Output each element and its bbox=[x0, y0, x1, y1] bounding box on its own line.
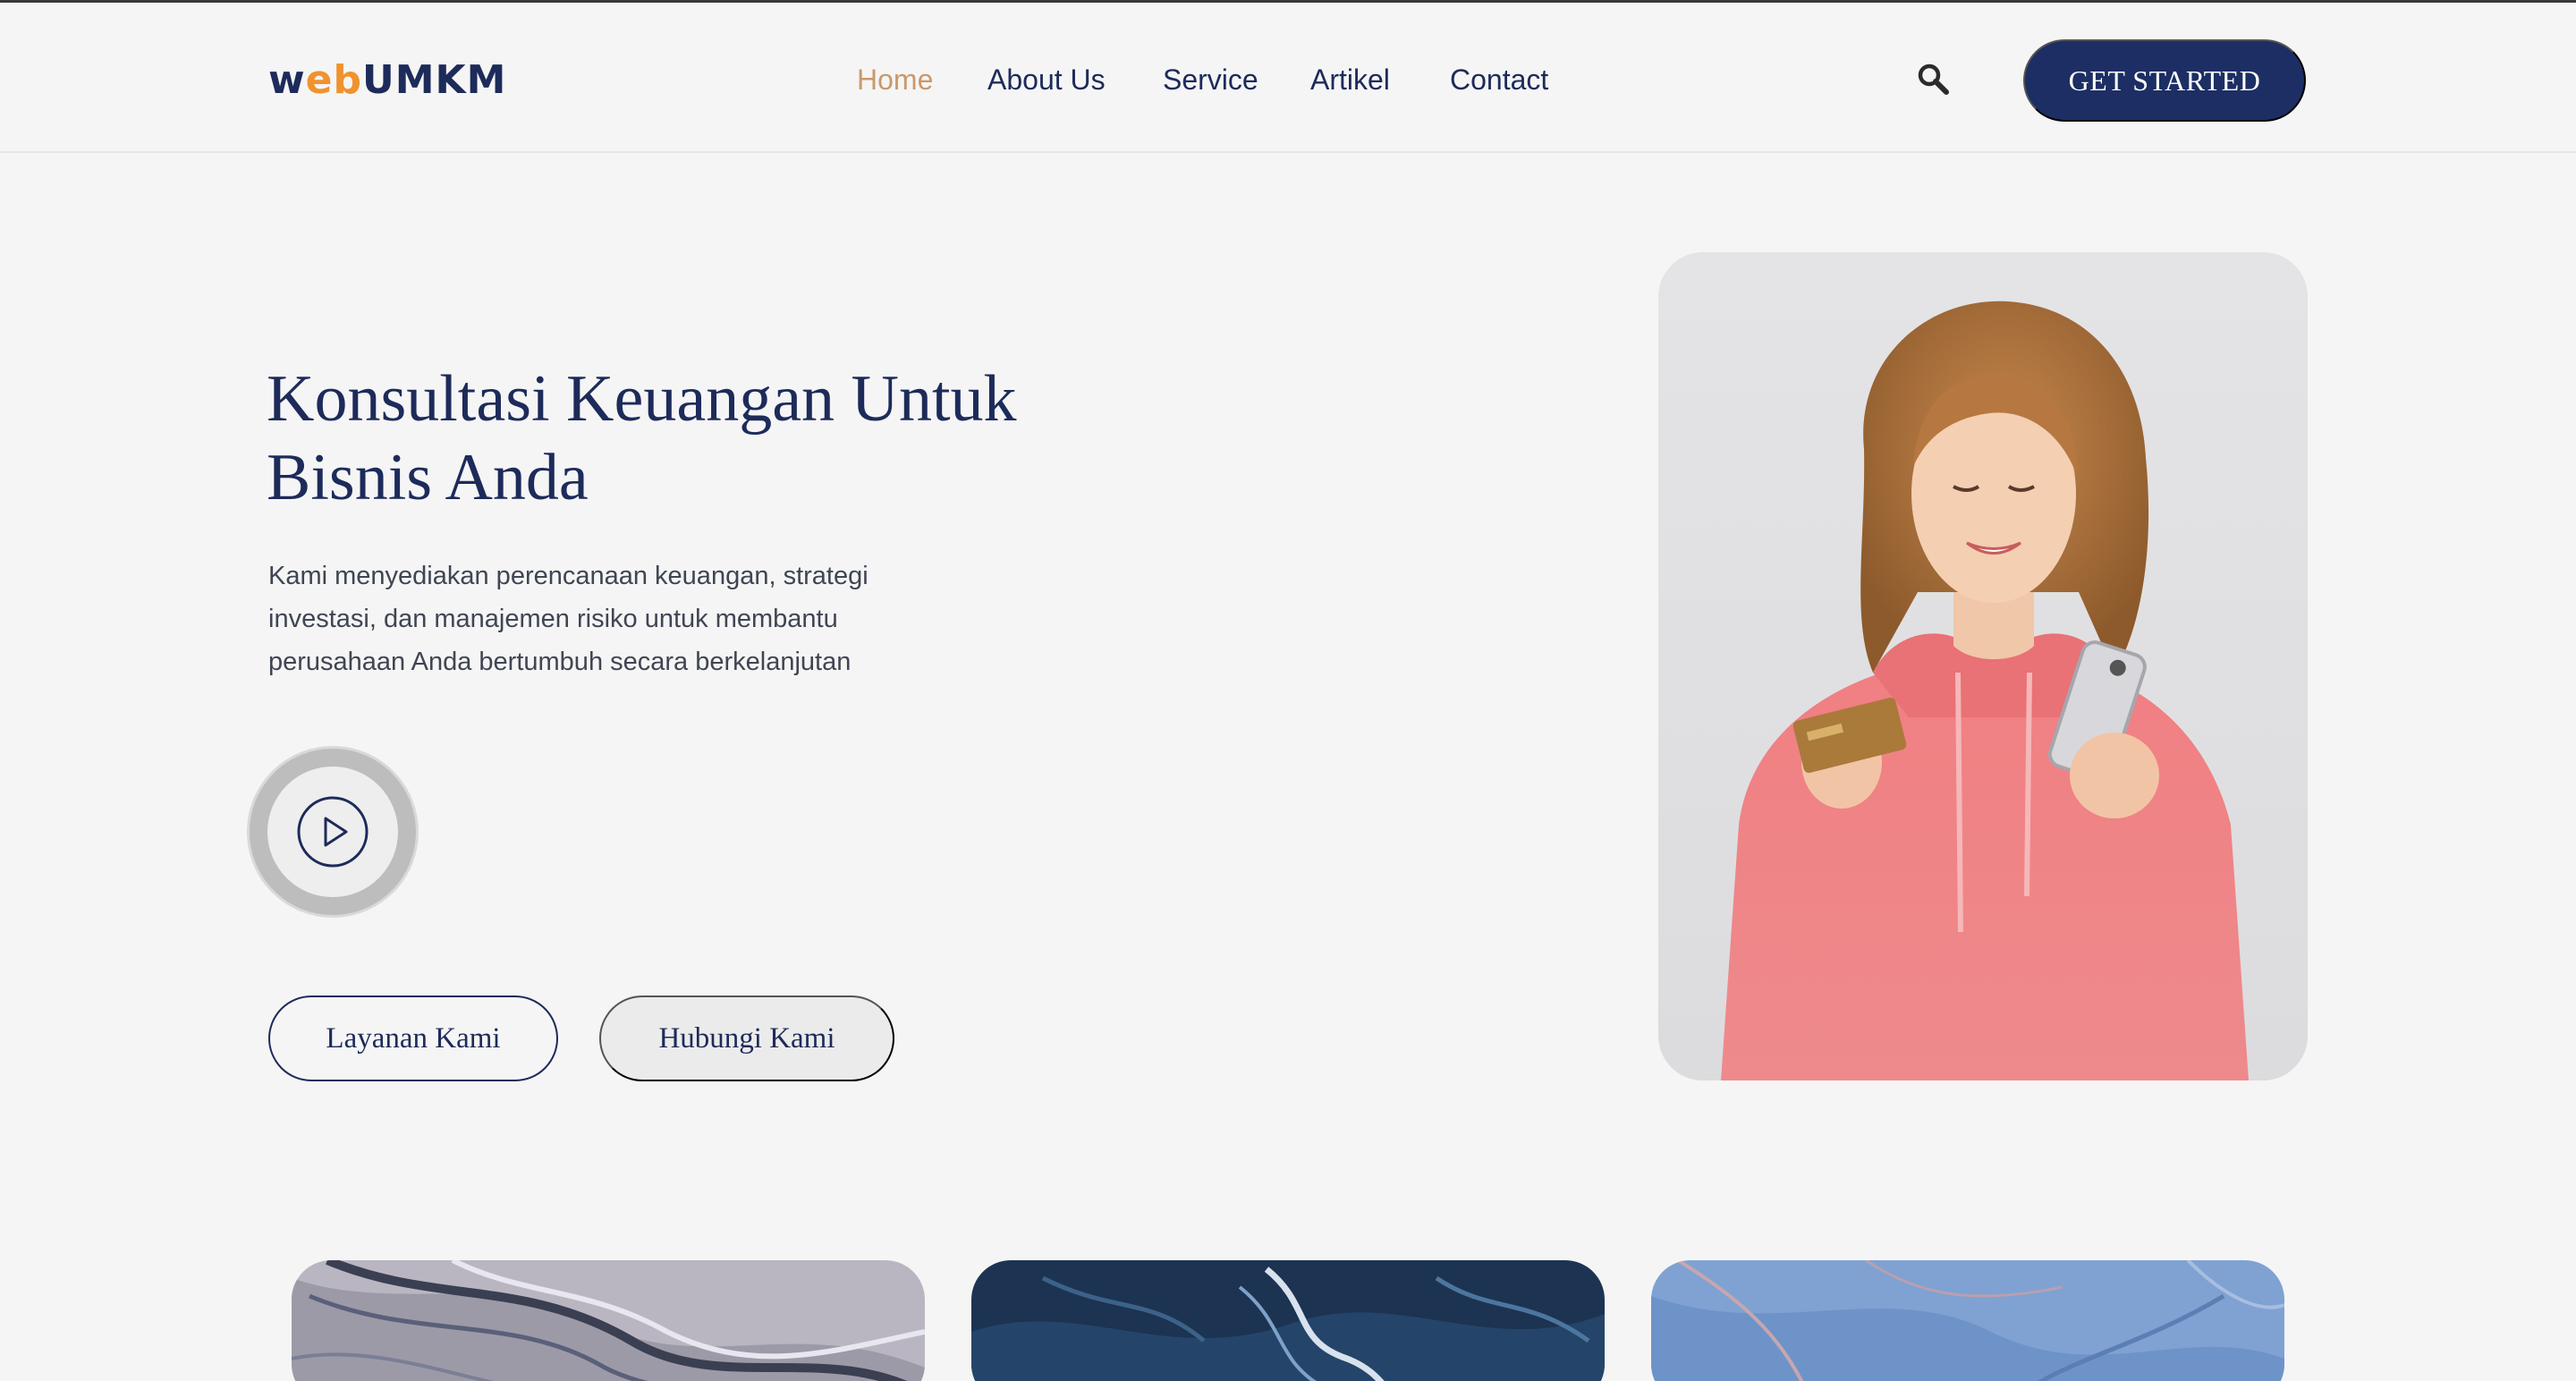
hero-title: Konsultasi Keuangan Untuk Bisnis Anda bbox=[267, 362, 1017, 514]
card-dark-blue-marble[interactable] bbox=[971, 1260, 1605, 1381]
card-grey-marble[interactable] bbox=[292, 1260, 925, 1381]
hubungi-kami-button[interactable]: Hubungi Kami bbox=[599, 996, 894, 1081]
logo-w: w bbox=[268, 57, 306, 103]
get-started-button[interactable]: GET STARTED bbox=[2023, 39, 2306, 122]
play-button-inner bbox=[267, 767, 398, 897]
site-logo[interactable]: webUMKM bbox=[268, 56, 506, 105]
search-icon[interactable] bbox=[1916, 62, 1952, 97]
hero-description: Kami menyediakan perencanaan keuangan, s… bbox=[268, 562, 869, 676]
logo-umkm: UMKM bbox=[362, 57, 507, 103]
play-icon bbox=[297, 796, 369, 868]
nav-item-about-us[interactable]: About Us bbox=[987, 60, 1106, 99]
nav-item-artikel[interactable]: Artikel bbox=[1310, 60, 1390, 99]
logo-eb: eb bbox=[305, 57, 362, 103]
nav-item-home[interactable]: Home bbox=[857, 60, 933, 99]
nav-item-contact[interactable]: Contact bbox=[1450, 60, 1548, 99]
play-video-button[interactable] bbox=[247, 746, 419, 918]
layanan-kami-button[interactable]: Layanan Kami bbox=[268, 996, 558, 1081]
card-light-blue-marble[interactable] bbox=[1651, 1260, 2284, 1381]
site-header: webUMKM Home About Us Service Artikel Co… bbox=[0, 3, 2576, 153]
nav-item-service[interactable]: Service bbox=[1163, 60, 1258, 99]
hero-image bbox=[1658, 252, 2308, 1080]
